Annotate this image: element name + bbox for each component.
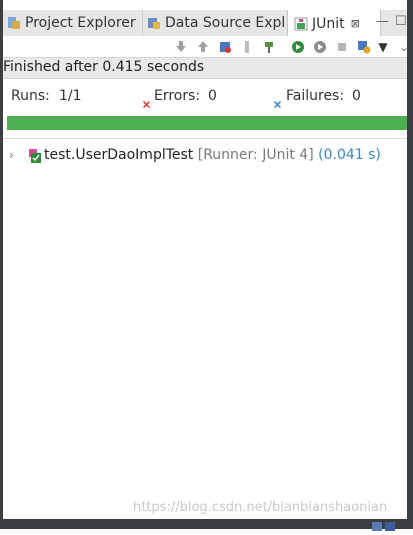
junit-toolbar: ▼ ⌄: [3, 36, 409, 58]
tab-data-source-explorer[interactable]: Data Source Expl: [142, 10, 290, 36]
failures-label: Failures:: [286, 88, 345, 104]
watermark: https://blog.csdn.net/bianbianshaonian: [133, 500, 388, 515]
junit-view: Project Explorer Data Source Expl JUnit …: [0, 0, 413, 531]
previous-failure-icon[interactable]: [195, 39, 211, 55]
tree-item-label: test.UserDaoImplTest [Runner: JUnit 4] (…: [44, 147, 381, 163]
chevron-right-icon[interactable]: ›: [9, 148, 14, 162]
failures-only-icon[interactable]: [217, 39, 233, 55]
pin-icon[interactable]: [261, 39, 277, 55]
duration-label: (0.041 s): [318, 147, 381, 163]
tab-data-source-label: Data Source Expl: [165, 15, 286, 31]
scroll-lock-icon[interactable]: [239, 39, 255, 55]
runs-value: 1/1: [59, 88, 82, 104]
errors-value: 0: [208, 88, 217, 104]
project-explorer-icon: [7, 16, 21, 30]
progress-bar: [7, 116, 407, 130]
runner-label: [Runner: JUnit 4]: [197, 147, 314, 163]
runs-label: Runs:: [11, 88, 50, 104]
divider: [3, 138, 407, 139]
test-class-name: test.UserDaoImplTest: [44, 147, 194, 163]
tab-project-explorer[interactable]: Project Explorer: [3, 10, 145, 36]
junit-icon: [294, 17, 308, 31]
window-edge-right: [407, 0, 413, 529]
status-bar: Finished after 0.415 seconds: [3, 57, 407, 79]
tab-project-explorer-label: Project Explorer: [25, 15, 136, 31]
tree-item-test-suite[interactable]: › test.UserDaoImplTest [Runner: JUnit 4]…: [3, 145, 407, 167]
bottom-trim-icons: [352, 516, 400, 531]
history-icon[interactable]: [356, 39, 372, 55]
tab-junit-label: JUnit: [312, 15, 345, 32]
error-icon: [143, 93, 150, 108]
minimize-button[interactable]: —: [376, 14, 389, 29]
next-failure-icon[interactable]: [173, 39, 189, 55]
errors-label: Errors:: [154, 88, 201, 104]
view-tab-bar: Project Explorer Data Source Expl JUnit …: [3, 10, 407, 37]
window-edge-left: [0, 0, 3, 529]
finished-text: Finished after 0.415 seconds: [3, 59, 205, 75]
tab-junit[interactable]: JUnit ⊠: [287, 10, 381, 37]
failure-icon: [274, 93, 281, 108]
dropdown-icon[interactable]: ▼: [375, 39, 391, 55]
close-icon[interactable]: ⊠: [351, 17, 360, 30]
test-counters: Runs: 1/1 Errors: 0 Failures: 0: [3, 84, 407, 108]
rerun-icon[interactable]: [290, 39, 306, 55]
maximize-button[interactable]: ☐: [395, 14, 407, 29]
rerun-failed-first-icon[interactable]: [312, 39, 328, 55]
failures-value: 0: [352, 88, 361, 104]
test-suite-ok-icon: [28, 148, 42, 163]
data-source-icon: [147, 16, 161, 30]
stop-icon[interactable]: [334, 39, 350, 55]
view-menu-icon[interactable]: ⌄: [396, 39, 412, 55]
